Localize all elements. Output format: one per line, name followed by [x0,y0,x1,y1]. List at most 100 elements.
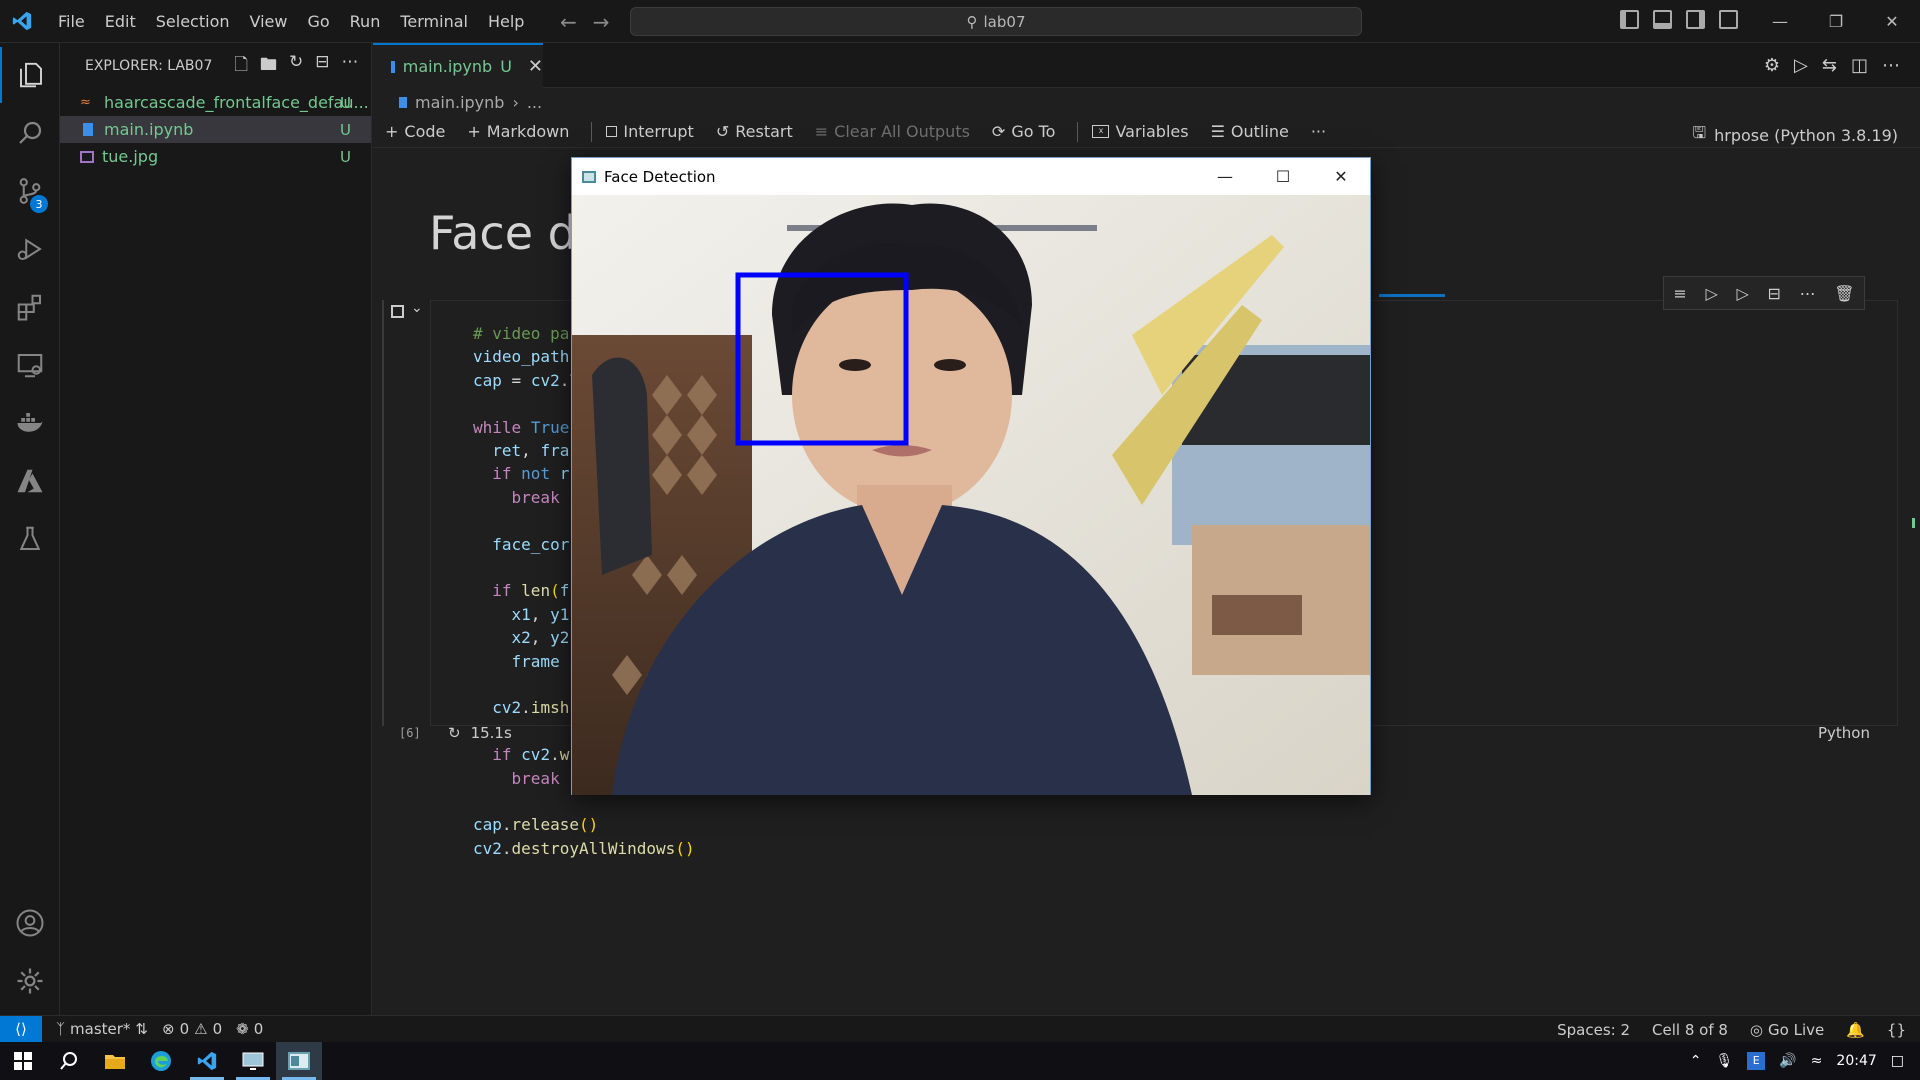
maximize-icon[interactable]: ☐ [1254,158,1312,195]
toggle-panel-icon[interactable] [1653,10,1672,29]
explorer-icon[interactable] [0,47,60,103]
breadcrumb-file[interactable]: main.ipynb [415,93,504,112]
close-icon[interactable]: ✕ [1312,158,1370,195]
menu-selection[interactable]: Selection [146,0,240,43]
menu-terminal[interactable]: Terminal [390,0,478,43]
clock[interactable]: 20:47 [1836,1053,1876,1069]
execute-above-icon[interactable]: ▷ [1705,284,1717,303]
cell-language[interactable]: Python [1818,724,1870,742]
more-toolbar-button[interactable]: ··· [1311,122,1326,141]
file-item-tue-jpg[interactable]: tue.jpg U [60,143,371,170]
split-editor-icon[interactable]: ◫ [1851,55,1868,76]
tab-status: U [500,57,512,76]
chevron-up-icon[interactable]: ⌃ [1690,1053,1702,1069]
keyboard-language-icon[interactable]: E [1747,1052,1766,1070]
branch-indicator[interactable]: ᛉ master* ⇅ [56,1020,148,1038]
notification-center-icon[interactable]: □ [1891,1053,1904,1069]
add-markdown-button[interactable]: + Markdown [467,122,569,141]
extensions-icon[interactable] [0,279,60,335]
menu-view[interactable]: View [240,0,298,43]
more-cell-actions-icon[interactable]: ⋯ [1800,284,1816,303]
collapse-all-icon[interactable]: ⊟ [315,52,329,81]
clear-all-outputs-button[interactable]: ≡ Clear All Outputs [815,122,970,141]
code-token: face_cor [492,534,570,554]
notifications-bell-icon[interactable]: 🔔 [1846,1021,1865,1039]
compare-changes-icon[interactable]: ⇆ [1822,55,1837,76]
volume-icon[interactable]: 🔊 [1779,1053,1796,1069]
remote-indicator-icon[interactable]: ⟨⟩ [0,1015,42,1043]
split-cell-icon[interactable]: ⊟ [1767,284,1780,303]
accounts-icon[interactable] [0,895,60,951]
overview-ruler-mark [1912,518,1915,528]
code-token: imsh [530,698,570,718]
more-actions-icon[interactable]: ⋯ [342,52,359,81]
ports-indicator[interactable]: ❁ 0 [236,1020,263,1038]
execute-below-icon[interactable]: ▷ [1736,284,1748,303]
kernel-picker[interactable]: 🖫 hrpose (Python 3.8.19) [1693,122,1899,149]
azure-icon[interactable] [0,453,60,509]
delete-cell-icon[interactable]: 🗑 [1834,284,1854,303]
vscode-taskbar-icon[interactable] [184,1042,230,1080]
edge-browser-icon[interactable] [138,1042,184,1080]
toggle-secondary-sidebar-icon[interactable] [1686,10,1705,29]
minimize-icon[interactable]: — [1196,158,1254,195]
file-item-main-ipynb[interactable]: main.ipynb U [60,116,371,143]
menu-help[interactable]: Help [478,0,534,43]
wifi-icon[interactable]: ≈ [1811,1053,1823,1069]
toggle-primary-sidebar-icon[interactable] [1620,10,1639,29]
forward-arrow-icon[interactable]: → [593,10,610,34]
face-detection-taskbar-icon[interactable] [276,1042,322,1080]
maximize-icon[interactable]: ❐ [1808,0,1864,43]
new-folder-icon[interactable]: 🖿 [260,52,277,81]
settings-gear-icon[interactable]: ⚙ [1764,55,1780,76]
code-line: if cv2.w [473,745,569,765]
code-token: x1 [511,604,531,624]
menu-go[interactable]: Go [297,0,339,43]
breadcrumb-rest[interactable]: ... [527,93,542,112]
add-code-button[interactable]: + Code [385,122,445,141]
windows-start-icon[interactable] [0,1042,46,1080]
chevron-down-icon[interactable]: ⌄ [411,300,423,316]
interrupt-button[interactable]: Interrupt [606,122,694,141]
json-braces-icon[interactable]: {} [1887,1021,1906,1039]
go-live-button[interactable]: ◎ Go Live [1750,1021,1824,1039]
microphone-icon[interactable]: 🎙 [1715,1053,1733,1069]
minimize-icon[interactable]: — [1752,0,1808,43]
go-to-button[interactable]: ⟳ Go To [992,122,1056,141]
remote-explorer-icon[interactable] [0,337,60,393]
file-explorer-icon[interactable] [92,1042,138,1080]
refresh-icon[interactable]: ↻ [289,52,303,81]
variables-button[interactable]: x Variables [1092,122,1189,141]
command-center-search[interactable]: ⚲ lab07 [630,7,1362,36]
outline-button[interactable]: ☰ Outline [1211,122,1289,141]
back-arrow-icon[interactable]: ← [560,10,577,34]
code-token: cv2 [521,745,551,765]
run-icon[interactable]: ▷ [1794,55,1808,76]
close-tab-icon[interactable]: ✕ [528,56,543,77]
execution-status: ↻ 15.1s [448,724,512,742]
run-debug-icon[interactable] [0,221,60,277]
cell-position[interactable]: Cell 8 of 8 [1652,1021,1728,1039]
menu-edit[interactable]: Edit [95,0,146,43]
more-actions-icon[interactable]: ⋯ [1882,55,1900,76]
cell-select-checkbox[interactable] [391,305,404,318]
restart-button[interactable]: ↺ Restart [716,122,793,141]
menu-run[interactable]: Run [340,0,391,43]
source-control-icon[interactable]: 3 [0,163,60,219]
search-icon[interactable] [46,1042,92,1080]
remote-desktop-icon[interactable] [230,1042,276,1080]
editor-tabs: main.ipynb U ✕ ⚙ ▷ ⇆ ◫ ⋯ [373,43,1920,88]
problems-indicator[interactable]: ⊗ 0 ⚠ 0 [162,1020,222,1038]
close-icon[interactable]: ✕ [1864,0,1920,43]
manage-gear-icon[interactable] [0,953,60,1009]
docker-icon[interactable] [0,395,60,451]
file-item-haarcascade[interactable]: ≈ haarcascade_frontalface_defau... U [60,89,371,116]
menu-file[interactable]: File [48,0,95,43]
customize-layout-icon[interactable] [1719,10,1738,29]
indentation-indicator[interactable]: Spaces: 2 [1557,1021,1630,1039]
new-file-icon[interactable]: 🗋 [234,52,248,81]
run-by-line-icon[interactable]: ≡ [1673,284,1686,303]
search-icon[interactable] [0,105,60,161]
tab-main-ipynb[interactable]: main.ipynb U ✕ [373,43,543,88]
testing-icon[interactable] [0,511,60,567]
